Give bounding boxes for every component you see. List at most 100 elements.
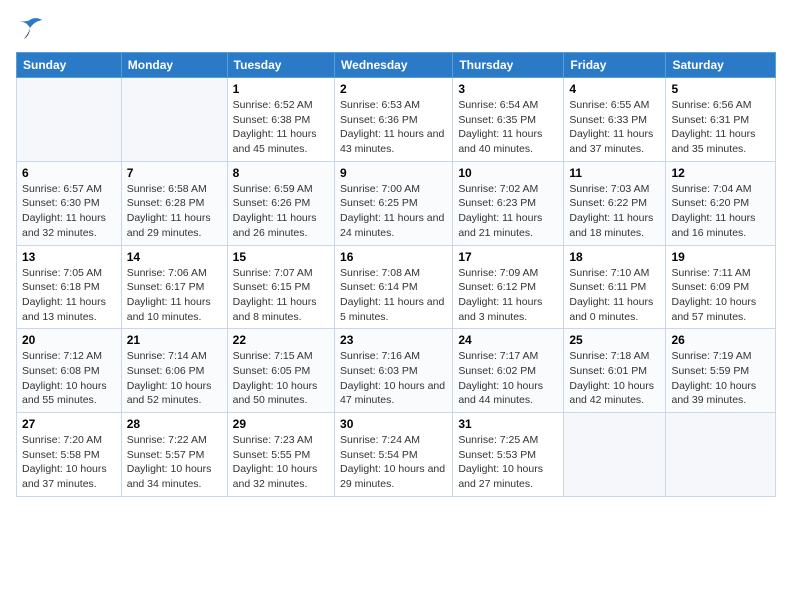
day-info: Sunrise: 7:03 AM Sunset: 6:22 PM Dayligh… — [569, 182, 660, 241]
day-number: 23 — [340, 333, 447, 347]
calendar-cell: 12 Sunrise: 7:04 AM Sunset: 6:20 PM Dayli… — [666, 161, 776, 245]
day-info: Sunrise: 7:14 AM Sunset: 6:06 PM Dayligh… — [127, 349, 222, 408]
day-info: Sunrise: 7:17 AM Sunset: 6:02 PM Dayligh… — [458, 349, 558, 408]
day-info: Sunrise: 6:55 AM Sunset: 6:33 PM Dayligh… — [569, 98, 660, 157]
calendar-cell: 19 Sunrise: 7:11 AM Sunset: 6:09 PM Dayli… — [666, 245, 776, 329]
day-info: Sunrise: 7:10 AM Sunset: 6:11 PM Dayligh… — [569, 266, 660, 325]
day-number: 2 — [340, 82, 447, 96]
day-number: 13 — [22, 250, 116, 264]
day-info: Sunrise: 7:23 AM Sunset: 5:55 PM Dayligh… — [233, 433, 329, 492]
calendar-cell: 7 Sunrise: 6:58 AM Sunset: 6:28 PM Daylig… — [121, 161, 227, 245]
day-info: Sunrise: 7:15 AM Sunset: 6:05 PM Dayligh… — [233, 349, 329, 408]
day-number: 9 — [340, 166, 447, 180]
day-info: Sunrise: 7:09 AM Sunset: 6:12 PM Dayligh… — [458, 266, 558, 325]
calendar-cell: 9 Sunrise: 7:00 AM Sunset: 6:25 PM Daylig… — [335, 161, 453, 245]
calendar-cell: 26 Sunrise: 7:19 AM Sunset: 5:59 PM Dayli… — [666, 329, 776, 413]
day-info: Sunrise: 6:54 AM Sunset: 6:35 PM Dayligh… — [458, 98, 558, 157]
day-info: Sunrise: 6:56 AM Sunset: 6:31 PM Dayligh… — [671, 98, 770, 157]
weekday-header: Saturday — [666, 53, 776, 78]
day-info: Sunrise: 7:06 AM Sunset: 6:17 PM Dayligh… — [127, 266, 222, 325]
calendar-cell: 18 Sunrise: 7:10 AM Sunset: 6:11 PM Dayli… — [564, 245, 666, 329]
day-number: 22 — [233, 333, 329, 347]
calendar-table: SundayMondayTuesdayWednesdayThursdayFrid… — [16, 52, 776, 497]
day-info: Sunrise: 6:52 AM Sunset: 6:38 PM Dayligh… — [233, 98, 329, 157]
day-number: 17 — [458, 250, 558, 264]
calendar-cell: 2 Sunrise: 6:53 AM Sunset: 6:36 PM Daylig… — [335, 78, 453, 162]
day-info: Sunrise: 7:19 AM Sunset: 5:59 PM Dayligh… — [671, 349, 770, 408]
day-info: Sunrise: 7:11 AM Sunset: 6:09 PM Dayligh… — [671, 266, 770, 325]
day-number: 25 — [569, 333, 660, 347]
day-info: Sunrise: 7:24 AM Sunset: 5:54 PM Dayligh… — [340, 433, 447, 492]
weekday-header: Tuesday — [227, 53, 334, 78]
day-number: 24 — [458, 333, 558, 347]
calendar-cell: 3 Sunrise: 6:54 AM Sunset: 6:35 PM Daylig… — [453, 78, 564, 162]
day-info: Sunrise: 7:00 AM Sunset: 6:25 PM Dayligh… — [340, 182, 447, 241]
day-number: 16 — [340, 250, 447, 264]
day-number: 7 — [127, 166, 222, 180]
calendar-cell: 29 Sunrise: 7:23 AM Sunset: 5:55 PM Dayli… — [227, 413, 334, 497]
calendar-cell — [17, 78, 122, 162]
calendar-cell — [564, 413, 666, 497]
calendar-cell: 11Sunrise: 7:03 AM Sunset: 6:22 PM Dayli… — [564, 161, 666, 245]
day-number: 30 — [340, 417, 447, 431]
calendar-cell: 8 Sunrise: 6:59 AM Sunset: 6:26 PM Daylig… — [227, 161, 334, 245]
calendar-cell: 14 Sunrise: 7:06 AM Sunset: 6:17 PM Dayli… — [121, 245, 227, 329]
day-number: 31 — [458, 417, 558, 431]
calendar-cell: 10Sunrise: 7:02 AM Sunset: 6:23 PM Dayli… — [453, 161, 564, 245]
calendar-cell: 16 Sunrise: 7:08 AM Sunset: 6:14 PM Dayli… — [335, 245, 453, 329]
calendar-cell: 22 Sunrise: 7:15 AM Sunset: 6:05 PM Dayli… — [227, 329, 334, 413]
day-number: 21 — [127, 333, 222, 347]
day-number: 5 — [671, 82, 770, 96]
calendar-cell: 5 Sunrise: 6:56 AM Sunset: 6:31 PM Daylig… — [666, 78, 776, 162]
day-number: 27 — [22, 417, 116, 431]
day-number: 29 — [233, 417, 329, 431]
calendar-cell — [666, 413, 776, 497]
calendar-cell: 21 Sunrise: 7:14 AM Sunset: 6:06 PM Dayli… — [121, 329, 227, 413]
day-number: 1 — [233, 82, 329, 96]
calendar-cell: 28 Sunrise: 7:22 AM Sunset: 5:57 PM Dayli… — [121, 413, 227, 497]
day-info: Sunrise: 7:25 AM Sunset: 5:53 PM Dayligh… — [458, 433, 558, 492]
day-info: Sunrise: 7:08 AM Sunset: 6:14 PM Dayligh… — [340, 266, 447, 325]
calendar-cell: 24 Sunrise: 7:17 AM Sunset: 6:02 PM Dayli… — [453, 329, 564, 413]
day-number: 26 — [671, 333, 770, 347]
day-number: 20 — [22, 333, 116, 347]
day-info: Sunrise: 7:04 AM Sunset: 6:20 PM Dayligh… — [671, 182, 770, 241]
calendar-cell: 27Sunrise: 7:20 AM Sunset: 5:58 PM Dayli… — [17, 413, 122, 497]
calendar-cell: 31 Sunrise: 7:25 AM Sunset: 5:53 PM Dayli… — [453, 413, 564, 497]
day-info: Sunrise: 7:18 AM Sunset: 6:01 PM Dayligh… — [569, 349, 660, 408]
logo — [16, 16, 48, 40]
calendar-cell: 23 Sunrise: 7:16 AM Sunset: 6:03 PM Dayli… — [335, 329, 453, 413]
day-info: Sunrise: 6:53 AM Sunset: 6:36 PM Dayligh… — [340, 98, 447, 157]
calendar-cell: 25 Sunrise: 7:18 AM Sunset: 6:01 PM Dayli… — [564, 329, 666, 413]
day-info: Sunrise: 7:16 AM Sunset: 6:03 PM Dayligh… — [340, 349, 447, 408]
calendar-cell: 30 Sunrise: 7:24 AM Sunset: 5:54 PM Dayli… — [335, 413, 453, 497]
day-info: Sunrise: 6:57 AM Sunset: 6:30 PM Dayligh… — [22, 182, 116, 241]
day-info: Sunrise: 7:05 AM Sunset: 6:18 PM Dayligh… — [22, 266, 116, 325]
day-number: 8 — [233, 166, 329, 180]
day-number: 3 — [458, 82, 558, 96]
weekday-header: Sunday — [17, 53, 122, 78]
day-number: 19 — [671, 250, 770, 264]
calendar-cell: 20Sunrise: 7:12 AM Sunset: 6:08 PM Dayli… — [17, 329, 122, 413]
day-info: Sunrise: 6:58 AM Sunset: 6:28 PM Dayligh… — [127, 182, 222, 241]
page-header — [16, 16, 776, 40]
calendar-cell: 6 Sunrise: 6:57 AM Sunset: 6:30 PM Daylig… — [17, 161, 122, 245]
day-number: 4 — [569, 82, 660, 96]
weekday-header: Monday — [121, 53, 227, 78]
logo-bird-icon — [16, 16, 44, 40]
calendar-cell: 17 Sunrise: 7:09 AM Sunset: 6:12 PM Dayli… — [453, 245, 564, 329]
day-number: 15 — [233, 250, 329, 264]
day-number: 18 — [569, 250, 660, 264]
weekday-header: Friday — [564, 53, 666, 78]
calendar-cell: 1 Sunrise: 6:52 AM Sunset: 6:38 PM Daylig… — [227, 78, 334, 162]
day-number: 28 — [127, 417, 222, 431]
day-info: Sunrise: 7:22 AM Sunset: 5:57 PM Dayligh… — [127, 433, 222, 492]
day-info: Sunrise: 6:59 AM Sunset: 6:26 PM Dayligh… — [233, 182, 329, 241]
day-number: 12 — [671, 166, 770, 180]
day-number: 14 — [127, 250, 222, 264]
day-number: 6 — [22, 166, 116, 180]
calendar-cell: 15 Sunrise: 7:07 AM Sunset: 6:15 PM Dayli… — [227, 245, 334, 329]
calendar-cell: 4 Sunrise: 6:55 AM Sunset: 6:33 PM Daylig… — [564, 78, 666, 162]
day-info: Sunrise: 7:07 AM Sunset: 6:15 PM Dayligh… — [233, 266, 329, 325]
weekday-header: Wednesday — [335, 53, 453, 78]
